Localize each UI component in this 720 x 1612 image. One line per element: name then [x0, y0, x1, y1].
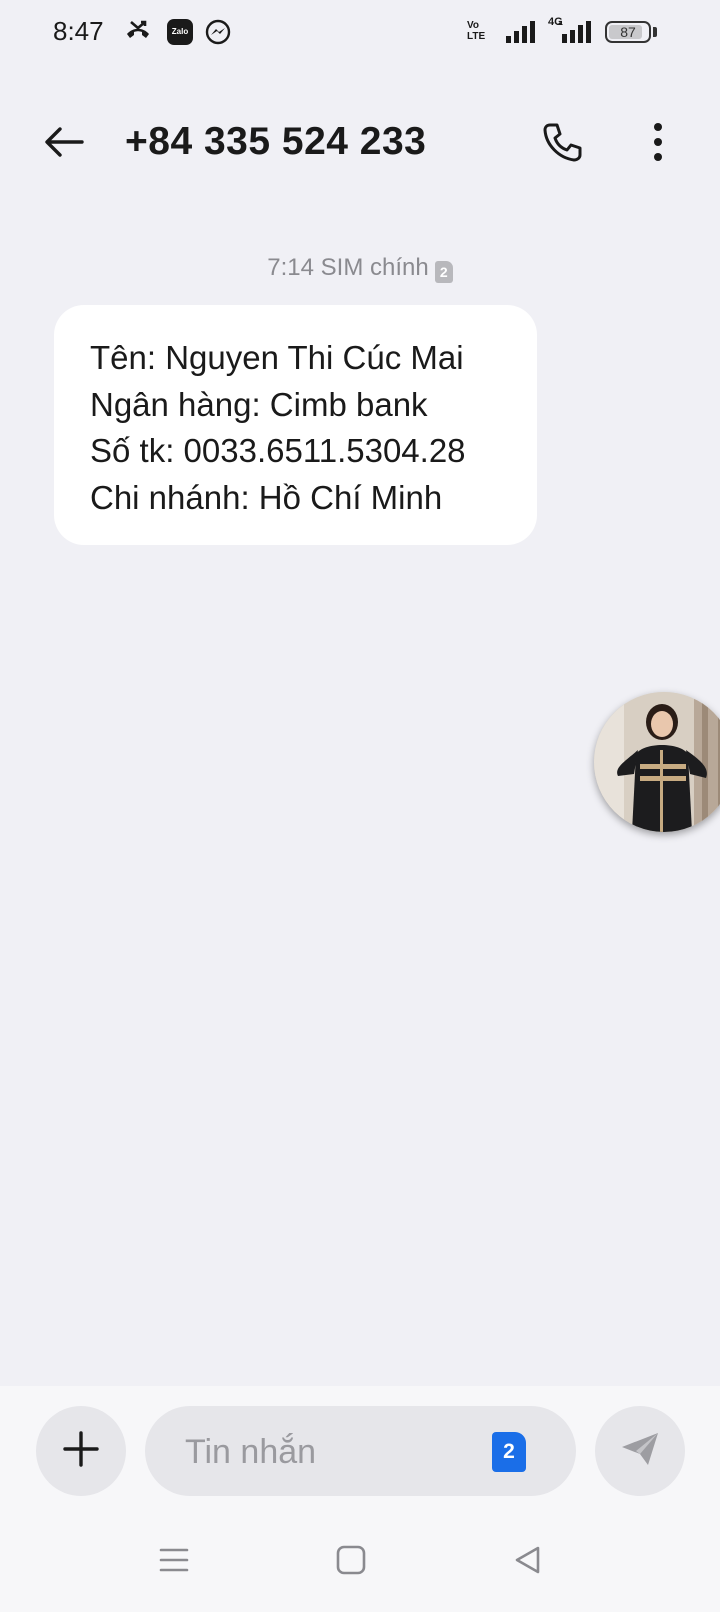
send-icon	[618, 1427, 662, 1476]
message-line-name: Tên: Nguyen Thi Cúc Mai	[90, 339, 464, 376]
volte-indicator: Vo LTE	[467, 20, 486, 42]
chat-head-photo	[594, 692, 720, 832]
system-nav-bar	[0, 1512, 720, 1612]
more-options-button[interactable]	[628, 114, 688, 174]
send-button[interactable]	[595, 1406, 685, 1496]
message-composer: Tin nhắn 2	[0, 1386, 720, 1512]
status-bar: 8:47 Zalo Vo LTE 4G 87	[0, 0, 720, 66]
recents-button[interactable]	[148, 1536, 200, 1588]
message-input[interactable]: Tin nhắn 2	[145, 1406, 576, 1496]
battery-percent: 87	[620, 24, 636, 40]
message-line-bank: Ngân hàng: Cimb bank	[90, 385, 428, 423]
message-input-placeholder: Tin nhắn	[185, 1433, 317, 1471]
message-time-sim: 7:14 SIM chính	[267, 254, 429, 281]
battery-tip	[653, 27, 657, 37]
sim-card-icon: 2	[434, 261, 453, 283]
back-arrow-icon	[42, 120, 86, 169]
status-time: 8:47	[53, 16, 104, 46]
plus-icon	[61, 1429, 101, 1474]
sim-selector[interactable]: 2	[492, 1432, 526, 1472]
floating-chat-head[interactable]	[594, 692, 720, 832]
zalo-icon: Zalo	[167, 19, 193, 45]
call-button[interactable]	[532, 114, 592, 174]
conversation-header: +84 335 524 233	[0, 100, 720, 190]
contact-title: +84 335 524 233	[125, 120, 427, 163]
attach-button[interactable]	[36, 1406, 126, 1496]
back-triangle-icon	[512, 1544, 544, 1581]
system-back-button[interactable]	[502, 1536, 554, 1588]
messenger-icon	[205, 19, 231, 50]
signal-icon	[505, 20, 539, 49]
signal-4g-icon	[556, 20, 592, 49]
battery-icon: 87	[605, 21, 651, 43]
menu-icon	[158, 1544, 190, 1581]
home-icon	[335, 1544, 367, 1581]
message-timestamp: 7:14 SIM chính 2	[0, 254, 720, 283]
missed-call-icon	[125, 18, 151, 49]
back-button[interactable]	[34, 114, 94, 174]
more-vertical-icon	[652, 122, 664, 167]
phone-icon	[540, 120, 584, 169]
message-line-branch: Chi nhánh: Hồ Chí Minh	[90, 478, 443, 516]
message-line-account: Số tk: 0033.6511.5304.28	[90, 432, 466, 469]
home-button[interactable]	[325, 1536, 377, 1588]
message-bubble[interactable]: Tên: Nguyen Thi Cúc Mai Ngân hàng: Cimb …	[54, 305, 537, 545]
